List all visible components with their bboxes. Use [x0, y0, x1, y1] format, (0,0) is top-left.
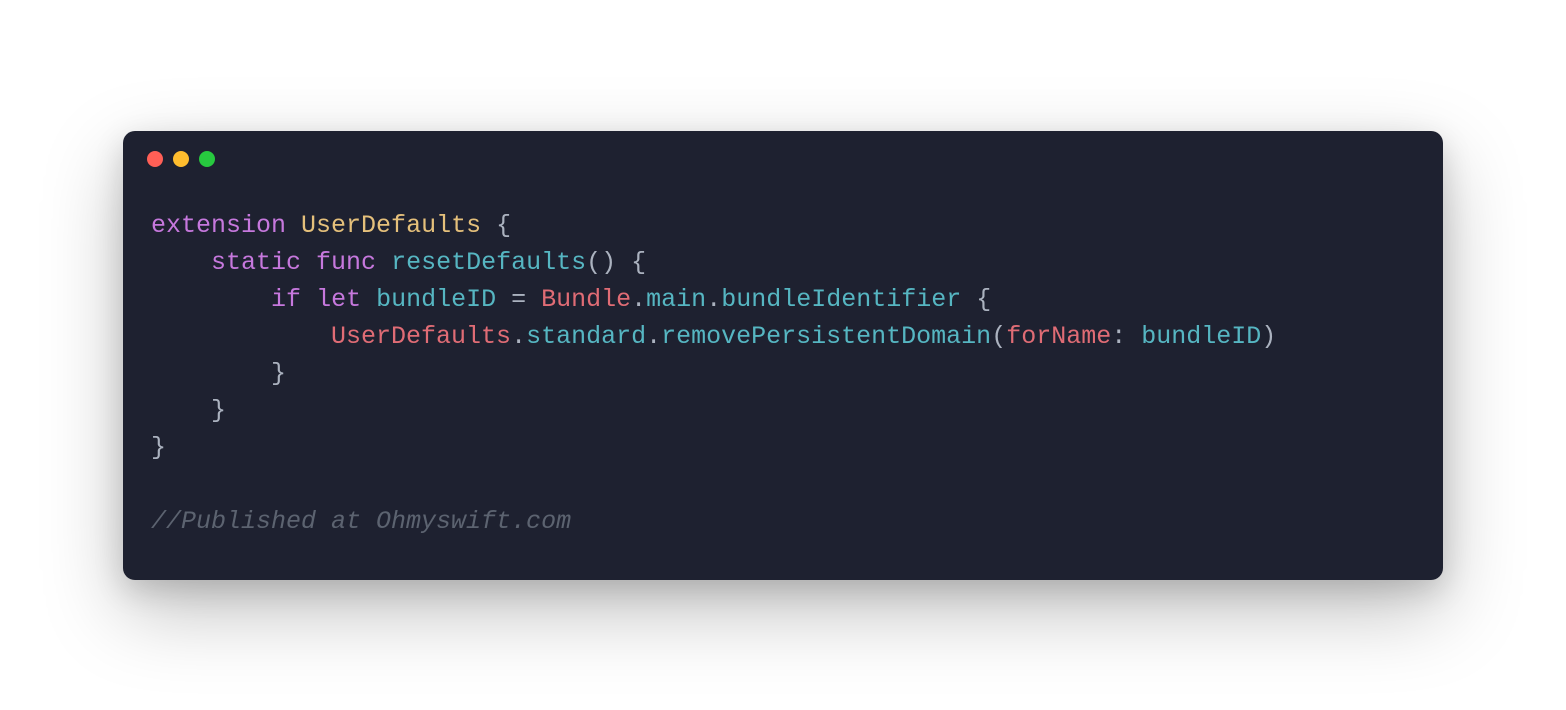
keyword-static: static	[211, 248, 301, 277]
maximize-icon[interactable]	[199, 151, 215, 167]
prop-bundleidentifier: bundleIdentifier	[721, 285, 961, 314]
keyword-func: func	[316, 248, 376, 277]
code-line-1: extension UserDefaults {	[151, 211, 511, 240]
code-line-6: }	[151, 396, 226, 425]
brace-close: }	[211, 396, 226, 425]
brace-close: }	[271, 359, 286, 388]
prop-main: main	[646, 285, 706, 314]
prop-standard: standard	[526, 322, 646, 351]
close-icon[interactable]	[147, 151, 163, 167]
minimize-icon[interactable]	[173, 151, 189, 167]
code-line-4: UserDefaults.standard.removePersistentDo…	[151, 322, 1276, 351]
type-userdefaults: UserDefaults	[301, 211, 481, 240]
parens: ()	[586, 248, 616, 277]
brace-open: {	[496, 211, 511, 240]
method-removepersistentdomain: removePersistentDomain	[661, 322, 991, 351]
code-content: extension UserDefaults { static func res…	[123, 177, 1443, 580]
class-bundle: Bundle	[541, 285, 631, 314]
code-window: extension UserDefaults { static func res…	[123, 131, 1443, 580]
keyword-if: if	[271, 285, 301, 314]
func-name: resetDefaults	[391, 248, 586, 277]
code-line-3: if let bundleID = Bundle.main.bundleIden…	[151, 285, 991, 314]
brace-close: }	[151, 433, 166, 462]
code-line-7: }	[151, 433, 166, 462]
code-line-5: }	[151, 359, 286, 388]
keyword-extension: extension	[151, 211, 286, 240]
arg-bundleid: bundleID	[1141, 322, 1261, 351]
brace-open: {	[631, 248, 646, 277]
comment-attribution: //Published at Ohmyswift.com	[151, 507, 571, 536]
titlebar	[123, 131, 1443, 177]
var-bundleid: bundleID	[376, 285, 496, 314]
class-userdefaults: UserDefaults	[331, 322, 511, 351]
code-line-2: static func resetDefaults() {	[151, 248, 646, 277]
param-forname: forName	[1006, 322, 1111, 351]
keyword-let: let	[316, 285, 361, 314]
